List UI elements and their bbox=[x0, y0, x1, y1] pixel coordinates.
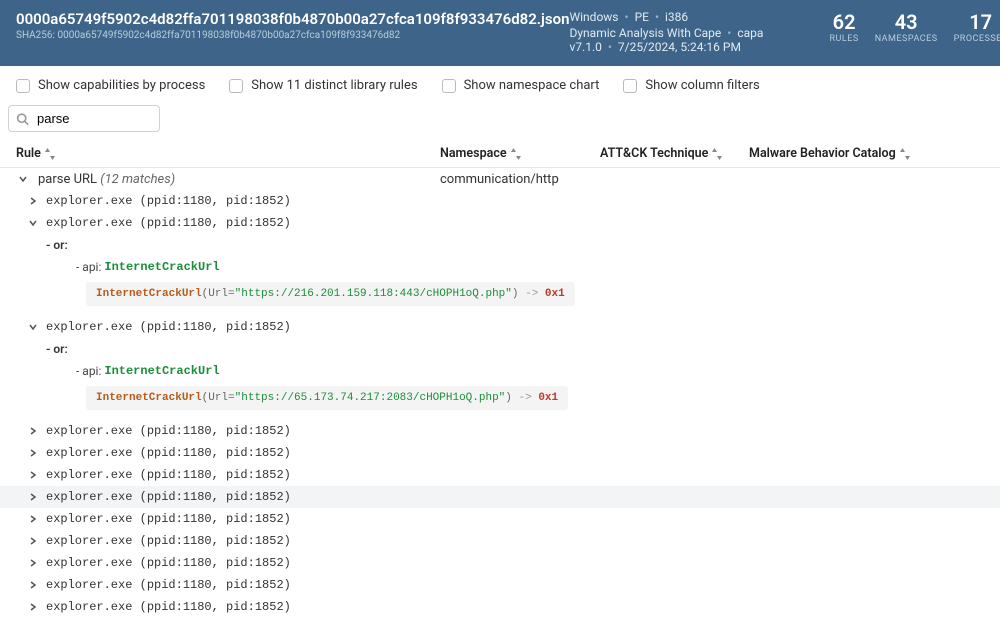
file-title: 0000a65749f5902c4d82ffa701198038f0b4870b… bbox=[16, 10, 569, 28]
tree-node[interactable]: explorer.exe (ppid:1180, pid:1852) bbox=[0, 420, 1000, 442]
column-mbc[interactable]: Malware Behavior Catalog bbox=[749, 146, 984, 161]
checkbox-namespace-chart[interactable]: Show namespace chart bbox=[442, 78, 600, 93]
sort-icon bbox=[45, 148, 55, 160]
api-line: - api: InternetCrackUrl bbox=[0, 256, 1000, 278]
tree-node[interactable]: explorer.exe (ppid:1180, pid:1852) bbox=[0, 464, 1000, 486]
stat-namespaces: 43 NAMESPACES bbox=[875, 10, 938, 44]
chevron-right-icon[interactable] bbox=[26, 556, 40, 570]
app-header: 0000a65749f5902c4d82ffa701198038f0b4870b… bbox=[0, 0, 1000, 66]
call-detail: InternetCrackUrl(Url="https://216.201.15… bbox=[86, 282, 575, 306]
search-icon bbox=[16, 112, 29, 125]
checkbox-capabilities-by-process[interactable]: Show capabilities by process bbox=[16, 78, 205, 93]
tree-node[interactable]: explorer.exe (ppid:1180, pid:1852) bbox=[0, 530, 1000, 552]
tree-node[interactable]: explorer.exe (ppid:1180, pid:1852) bbox=[0, 486, 1000, 508]
sha256-line: SHA256: 0000a65749f5902c4d82ffa701198038… bbox=[16, 30, 569, 41]
tree-node[interactable]: explorer.exe (ppid:1180, pid:1852) bbox=[0, 552, 1000, 574]
tree-node[interactable]: explorer.exe (ppid:1180, pid:1852) bbox=[0, 316, 1000, 338]
checkbox-distinct-library-rules[interactable]: Show 11 distinct library rules bbox=[229, 78, 417, 93]
chevron-right-icon[interactable] bbox=[26, 468, 40, 482]
chevron-right-icon[interactable] bbox=[26, 424, 40, 438]
call-detail: InternetCrackUrl(Url="https://65.173.74.… bbox=[86, 386, 568, 410]
chevron-right-icon[interactable] bbox=[26, 490, 40, 504]
chevron-down-icon[interactable] bbox=[26, 216, 40, 230]
tree-node[interactable]: explorer.exe (ppid:1180, pid:1852) bbox=[0, 212, 1000, 234]
column-headers: Rule Namespace ATT&CK Technique Malware … bbox=[0, 140, 1000, 168]
chevron-down-icon[interactable] bbox=[26, 320, 40, 334]
tree-node[interactable]: explorer.exe (ppid:1180, pid:1852) bbox=[0, 574, 1000, 596]
rule-name: parse URL bbox=[38, 172, 97, 187]
chevron-down-icon[interactable] bbox=[16, 172, 30, 186]
toolbar: Show capabilities by process Show 11 dis… bbox=[0, 66, 1000, 105]
checkbox-column-filters[interactable]: Show column filters bbox=[623, 78, 759, 93]
stat-processes: 17 PROCESSES bbox=[954, 10, 1000, 44]
chevron-right-icon[interactable] bbox=[26, 534, 40, 548]
namespace-value: communication/http bbox=[440, 172, 600, 187]
tree-node[interactable]: explorer.exe (ppid:1180, pid:1852) bbox=[0, 442, 1000, 464]
chevron-right-icon[interactable] bbox=[26, 578, 40, 592]
or-clause: - or: bbox=[0, 338, 1000, 360]
sort-icon bbox=[900, 148, 910, 160]
chevron-right-icon[interactable] bbox=[26, 446, 40, 460]
tree-node[interactable]: explorer.exe (ppid:1180, pid:1852) bbox=[0, 190, 1000, 212]
rule-tree: parse URL (12 matches) communication/htt… bbox=[0, 168, 1000, 618]
chevron-right-icon[interactable] bbox=[26, 600, 40, 614]
tree-node[interactable]: explorer.exe (ppid:1180, pid:1852) bbox=[0, 508, 1000, 530]
chevron-right-icon[interactable] bbox=[26, 512, 40, 526]
match-count: (12 matches) bbox=[100, 172, 175, 187]
column-attack[interactable]: ATT&CK Technique bbox=[600, 146, 749, 161]
column-rule[interactable]: Rule bbox=[16, 146, 440, 161]
sort-icon bbox=[712, 148, 722, 160]
api-line: - api: InternetCrackUrl bbox=[0, 360, 1000, 382]
stat-rules: 62 RULES bbox=[829, 10, 858, 44]
or-clause: - or: bbox=[0, 234, 1000, 256]
rule-row[interactable]: parse URL (12 matches) communication/htt… bbox=[0, 168, 1000, 190]
column-namespace[interactable]: Namespace bbox=[440, 146, 600, 161]
search-input[interactable] bbox=[8, 105, 160, 132]
tree-node[interactable]: explorer.exe (ppid:1180, pid:1852) bbox=[0, 596, 1000, 618]
meta-block: Windows•PE•i386 Dynamic Analysis With Ca… bbox=[569, 10, 829, 56]
sort-icon bbox=[511, 148, 521, 160]
chevron-right-icon[interactable] bbox=[26, 194, 40, 208]
